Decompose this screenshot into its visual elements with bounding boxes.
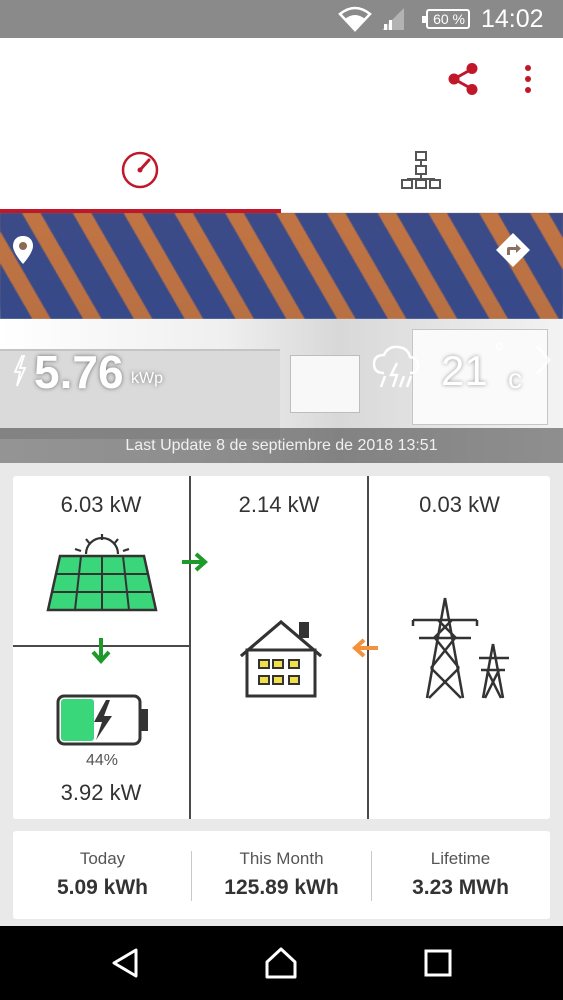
recents-icon[interactable] bbox=[421, 946, 455, 980]
stat-lifetime: Lifetime 3.23 MWh bbox=[371, 831, 550, 919]
thunderstorm-icon bbox=[372, 345, 420, 388]
location-pin-icon[interactable] bbox=[12, 235, 34, 265]
stat-label: Lifetime bbox=[430, 849, 491, 868]
temperature-degree: ° bbox=[494, 337, 505, 367]
share-icon[interactable] bbox=[447, 62, 479, 96]
more-vert-icon[interactable] bbox=[518, 63, 538, 95]
last-update-text: Last Update 8 de septiembre de 2018 13:5… bbox=[0, 428, 563, 463]
app-bar bbox=[0, 38, 563, 120]
grid-power-value: 0.03 kW bbox=[419, 492, 500, 517]
stat-this-month: This Month 125.89 kWh bbox=[192, 831, 371, 919]
power-pylon-icon bbox=[411, 597, 509, 699]
battery-percent: 44% bbox=[85, 752, 119, 769]
battery-indicator: 60 % bbox=[422, 9, 470, 29]
hierarchy-icon bbox=[401, 151, 441, 189]
status-bar: 60 % 14:02 bbox=[0, 0, 563, 38]
wifi-icon bbox=[338, 6, 372, 32]
tab-bar bbox=[0, 120, 563, 212]
solar-power-value: 6.03 kW bbox=[60, 492, 142, 517]
solar-panel-icon bbox=[46, 534, 158, 612]
energy-flow-card: 6.03 kW 44% 3.92 kW 2.14 kW 0.03 kW bbox=[13, 476, 550, 819]
stat-label: This Month bbox=[239, 849, 324, 868]
gauge-icon bbox=[121, 151, 159, 189]
stat-today: Today 5.09 kWh bbox=[13, 831, 192, 919]
temperature-value: 21 bbox=[441, 347, 488, 394]
stat-value: 5.09 kWh bbox=[56, 876, 149, 899]
battery-icon bbox=[56, 694, 148, 746]
plant-hero-image: 5.76 kWp 21 ° c Last Update 8 de septiem… bbox=[0, 213, 563, 463]
bolt-icon bbox=[13, 355, 27, 387]
roof-photo bbox=[0, 213, 563, 319]
arrow-down-icon bbox=[91, 638, 111, 665]
directions-icon[interactable] bbox=[496, 233, 530, 267]
home-icon[interactable] bbox=[264, 946, 298, 980]
signal-icon bbox=[382, 8, 404, 30]
installed-power-unit: kWp bbox=[131, 370, 163, 387]
energy-stats-card: Today 5.09 kWh This Month 125.89 kWh Lif… bbox=[13, 831, 550, 919]
house-icon bbox=[240, 620, 322, 698]
temperature-unit: c bbox=[508, 363, 522, 394]
back-icon[interactable] bbox=[108, 946, 142, 980]
consumption-power-value: 2.14 kW bbox=[238, 492, 320, 517]
stat-label: Today bbox=[79, 849, 126, 868]
chevron-right-icon[interactable] bbox=[534, 343, 552, 377]
stat-value: 3.23 MWh bbox=[412, 876, 509, 899]
system-nav-bar bbox=[0, 926, 563, 1000]
status-clock: 14:02 bbox=[481, 5, 544, 33]
tab-structure[interactable] bbox=[281, 120, 562, 212]
tab-dashboard[interactable] bbox=[0, 120, 281, 212]
stat-value: 125.89 kWh bbox=[224, 876, 339, 899]
battery-power-value: 3.92 kW bbox=[60, 780, 142, 805]
installed-power-value: 5.76 bbox=[34, 346, 124, 398]
app-screen: 60 % 14:02 5.76 kWp 21 ° c Last Update 8… bbox=[0, 0, 563, 1000]
arrow-left-icon bbox=[351, 638, 378, 658]
arrow-right-icon bbox=[182, 552, 209, 572]
